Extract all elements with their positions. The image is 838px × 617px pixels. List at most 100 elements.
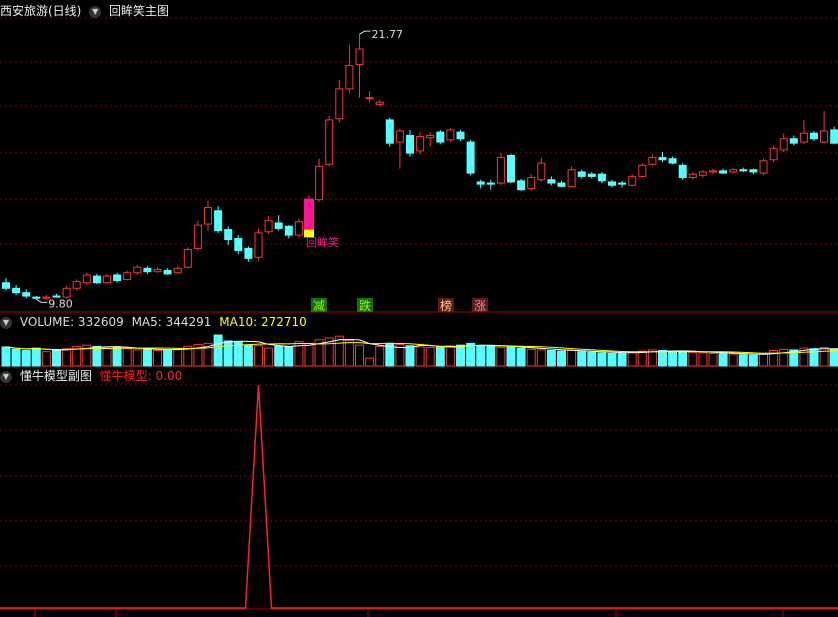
candle-down [385,119,394,144]
model-series-line [0,384,838,609]
volume-bar [132,349,142,367]
volume-bar [486,345,496,367]
candle-up [375,101,384,105]
candle-down [12,287,21,294]
volume-bar [718,352,728,367]
candle-down [577,171,586,177]
candle-down [547,179,556,184]
volume-bar [173,348,183,367]
volume-bar [496,347,506,367]
low-label: 9.80 [48,297,73,310]
kline-chart[interactable]: 回眸笑 21.77 9.80 减 跌 榜 涨 [0,0,838,617]
candle-up [496,157,505,184]
volume-bar [557,350,566,367]
candle-up [264,220,273,233]
sub-panel-title[interactable]: 懂牛模型副图 [20,369,92,383]
volume-bar [254,345,263,367]
candle-up [709,170,717,173]
candle-up [769,148,778,161]
ma10-label: MA10: 272710 [219,315,307,329]
volume-bar [526,348,536,367]
volume-bar [425,347,435,367]
volume-bar [142,348,152,367]
candle-down [22,292,31,297]
main-panel-header: 西安旅游(日线) ▼ 回眸笑主图 [0,3,173,19]
high-pointer [359,30,371,35]
volume-bar [678,351,688,367]
volume-bar [546,350,556,367]
candle-down [597,173,606,182]
candle-down [456,131,465,140]
candle-up [204,206,212,225]
volume-bar [829,348,838,367]
low-pointer [36,298,48,303]
volume-bar [445,345,455,367]
volume-bar [658,350,667,367]
volume-bar [698,352,708,367]
volume-bar [243,344,253,367]
volume-bar [11,348,21,367]
candle-down [618,182,627,185]
candle-down [517,180,526,191]
volume-bar [819,347,829,367]
model-series-label: 懂牛模型: 0.00 [99,369,183,383]
volume-bar [759,353,768,367]
candle-up [183,249,192,268]
candle-down [244,247,253,259]
sub-panel-header: ▼ 懂牛模型副图 懂牛模型: 0.00 [0,368,186,384]
volume-bar [112,347,122,367]
volume-bar [617,352,627,367]
candle-down [830,129,838,144]
volume-title: VOLUME: 332609 [19,315,124,329]
volume-bar [668,350,678,367]
candle-down [486,182,495,185]
candle-down [214,210,223,232]
volume-bar [304,342,314,367]
candle-up [628,175,637,186]
volume-bar [627,351,637,367]
volume-bar [163,349,173,367]
candle-up [254,232,263,258]
candle-up [315,165,324,201]
candle-up [638,164,647,177]
candle-up [648,157,657,165]
volume-bar [435,345,445,367]
signal-bar [304,198,314,230]
volume-bar [31,347,41,367]
collapse-icon[interactable]: ▼ [0,370,12,383]
volume-bar [708,352,718,367]
candle-up [729,169,738,173]
volume-bar [415,346,425,367]
candle-down [739,169,748,172]
volume-bar [516,347,526,367]
volume-bar [536,349,546,367]
indicator-title[interactable]: 回眸笑主图 [109,4,169,18]
candle-down [789,138,798,144]
candle-down [284,225,293,236]
candle-up [820,130,829,143]
candle-down [224,229,233,241]
candle-up [799,132,808,143]
candle-up [123,272,132,280]
candle-down [113,274,122,282]
collapse-icon[interactable]: ▼ [89,5,102,18]
candle-down [719,170,728,174]
volume-bar [476,345,486,367]
volume-bar [728,353,738,367]
volume-bar [466,342,476,367]
candle-down [406,134,414,154]
candle-up [446,129,455,141]
candle-down [476,181,485,185]
candle-up [365,97,374,100]
volume-bar [597,352,607,367]
candle-up [355,48,364,66]
candle-up [688,173,697,179]
volume-bar [748,354,758,367]
collapse-icon[interactable]: ▼ [0,316,12,329]
candle-down [466,141,475,174]
candle-down [436,131,445,143]
volume-bar [587,351,597,367]
high-label: 21.77 [372,28,404,41]
candle-up [537,162,546,181]
event-marker-label: 涨 [474,298,486,313]
